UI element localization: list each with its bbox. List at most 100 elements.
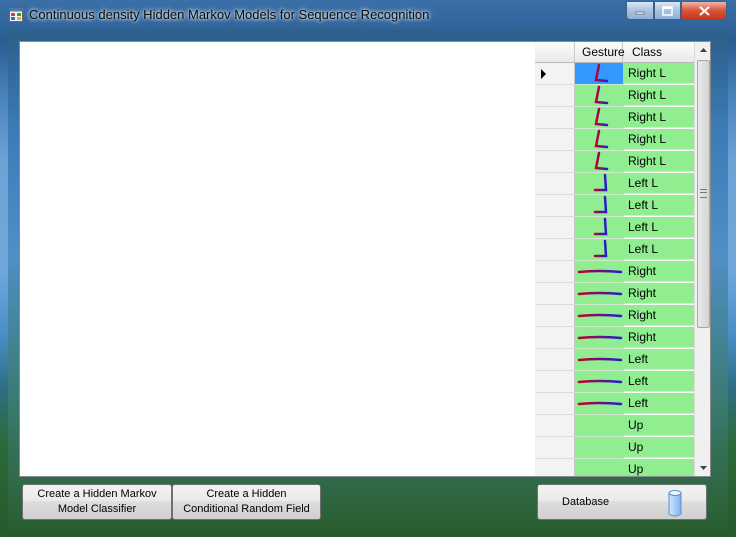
gesture-cell[interactable] <box>575 349 624 371</box>
table-row[interactable]: Right <box>535 283 694 305</box>
maximize-button[interactable] <box>654 1 681 20</box>
table-row[interactable]: Left <box>535 371 694 393</box>
column-header-class[interactable]: Class <box>624 42 694 62</box>
gesture-cell[interactable] <box>575 327 624 349</box>
gesture-cell[interactable] <box>575 63 624 85</box>
table-row[interactable]: Right L <box>535 107 694 129</box>
gesture-stroke <box>594 107 609 127</box>
class-cell[interactable]: Right <box>624 327 694 348</box>
maximize-icon <box>662 5 673 16</box>
title-bar[interactable]: Continuous density Hidden Markov Models … <box>0 0 736 30</box>
gesture-cell[interactable] <box>575 173 624 195</box>
table-row[interactable]: Right <box>535 305 694 327</box>
row-header[interactable] <box>535 415 575 437</box>
row-header[interactable] <box>535 107 575 129</box>
class-cell[interactable]: Left L <box>624 239 694 260</box>
gesture-cell[interactable] <box>575 371 624 393</box>
gesture-cell[interactable] <box>575 393 624 415</box>
class-cell[interactable]: Left L <box>624 173 694 194</box>
row-header[interactable] <box>535 283 575 305</box>
row-header[interactable] <box>535 129 575 151</box>
gesture-left-icon <box>577 379 623 384</box>
class-cell[interactable]: Left <box>624 349 694 370</box>
class-cell[interactable]: Left L <box>624 195 694 216</box>
table-row[interactable]: Left <box>535 393 694 415</box>
gesture-left-icon <box>577 401 623 406</box>
row-header[interactable] <box>535 195 575 217</box>
row-header[interactable] <box>535 327 575 349</box>
row-header[interactable] <box>535 305 575 327</box>
row-header[interactable] <box>535 173 575 195</box>
class-cell[interactable]: Right L <box>624 151 694 172</box>
class-cell[interactable]: Up <box>624 459 694 476</box>
row-header[interactable] <box>535 261 575 283</box>
table-row[interactable]: Left L <box>535 217 694 239</box>
table-row[interactable]: Left L <box>535 195 694 217</box>
gesture-cell[interactable] <box>575 437 624 459</box>
gesture-cell[interactable] <box>575 129 624 151</box>
row-header[interactable] <box>535 151 575 173</box>
table-row[interactable]: Right L <box>535 63 694 85</box>
gesture-cell[interactable] <box>575 459 624 476</box>
gesture-cell[interactable] <box>575 217 624 239</box>
gesture-cell[interactable] <box>575 261 624 283</box>
class-cell[interactable]: Left <box>624 371 694 392</box>
table-row[interactable]: Up <box>535 437 694 459</box>
gesture-cell[interactable] <box>575 415 624 437</box>
class-cell[interactable]: Right L <box>624 85 694 106</box>
table-row[interactable]: Right <box>535 261 694 283</box>
gesture-cell[interactable] <box>575 107 624 129</box>
row-header[interactable] <box>535 393 575 415</box>
table-row[interactable]: Up <box>535 415 694 437</box>
scroll-up-button[interactable] <box>695 42 710 58</box>
gesture-cell[interactable] <box>575 305 624 327</box>
class-cell[interactable]: Right <box>624 261 694 282</box>
row-header-corner[interactable] <box>535 42 575 62</box>
row-header[interactable] <box>535 371 575 393</box>
row-header[interactable] <box>535 63 575 85</box>
gesture-stroke <box>577 335 623 340</box>
class-cell[interactable]: Right L <box>624 63 694 84</box>
table-row[interactable]: Right L <box>535 129 694 151</box>
row-header[interactable] <box>535 437 575 459</box>
drawing-canvas[interactable] <box>19 41 537 477</box>
table-row[interactable]: Left L <box>535 173 694 195</box>
class-cell[interactable]: Up <box>624 415 694 436</box>
close-button[interactable] <box>681 1 727 20</box>
table-row[interactable]: Left L <box>535 239 694 261</box>
class-cell[interactable]: Left <box>624 393 694 414</box>
gesture-cell[interactable] <box>575 239 624 261</box>
minimize-button[interactable] <box>626 1 654 20</box>
scroll-down-button[interactable] <box>695 460 710 476</box>
scroll-thumb[interactable] <box>697 60 710 328</box>
table-row[interactable]: Right L <box>535 151 694 173</box>
row-header[interactable] <box>535 217 575 239</box>
gesture-cell[interactable] <box>575 151 624 173</box>
gesture-grid[interactable]: Gesture Class Right L Right L Right L Right… <box>535 41 711 477</box>
row-header[interactable] <box>535 459 575 476</box>
gesture-stroke <box>594 151 609 171</box>
gesture-stroke <box>593 195 608 214</box>
class-cell[interactable]: Right L <box>624 107 694 128</box>
table-row[interactable]: Right <box>535 327 694 349</box>
gesture-cell[interactable] <box>575 195 624 217</box>
row-header[interactable] <box>535 349 575 371</box>
grid-vertical-scrollbar[interactable] <box>694 42 710 476</box>
class-cell[interactable]: Right L <box>624 129 694 150</box>
class-cell[interactable]: Up <box>624 437 694 458</box>
row-header[interactable] <box>535 85 575 107</box>
class-cell[interactable]: Right <box>624 283 694 304</box>
gesture-cell[interactable] <box>575 283 624 305</box>
table-row[interactable]: Up <box>535 459 694 476</box>
create-hmm-button[interactable]: Create a Hidden Markov Model Classifier <box>22 484 172 520</box>
table-row[interactable]: Left <box>535 349 694 371</box>
create-hcrf-button[interactable]: Create a Hidden Conditional Random Field <box>172 484 321 520</box>
row-header[interactable] <box>535 239 575 261</box>
column-header-gesture[interactable]: Gesture <box>575 42 625 62</box>
class-cell[interactable]: Left L <box>624 217 694 238</box>
table-row[interactable]: Right L <box>535 85 694 107</box>
scroll-up-icon <box>699 48 707 52</box>
database-button[interactable]: Database <box>537 484 707 520</box>
gesture-cell[interactable] <box>575 85 624 107</box>
class-cell[interactable]: Right <box>624 305 694 326</box>
